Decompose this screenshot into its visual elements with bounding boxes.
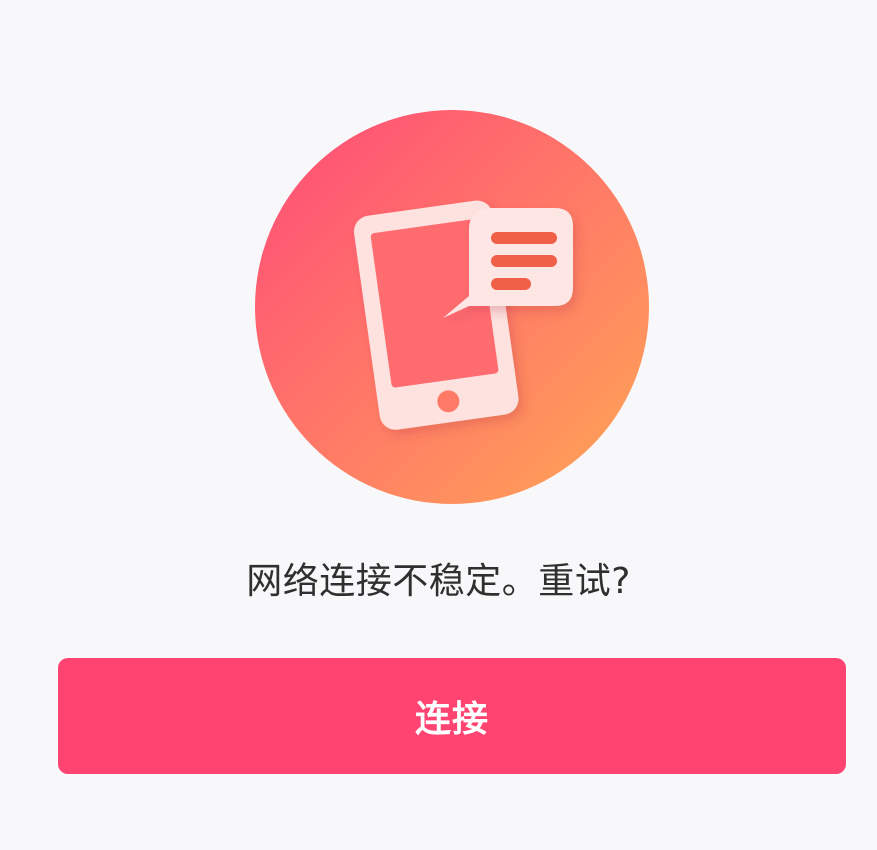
phone-message-icon bbox=[255, 110, 649, 504]
network-error-illustration bbox=[255, 110, 649, 504]
network-error-screen: 网络连接不稳定。重试? 连接 bbox=[0, 0, 877, 850]
connect-button[interactable]: 连接 bbox=[58, 658, 846, 774]
network-unstable-message: 网络连接不稳定。重试? bbox=[246, 561, 631, 602]
